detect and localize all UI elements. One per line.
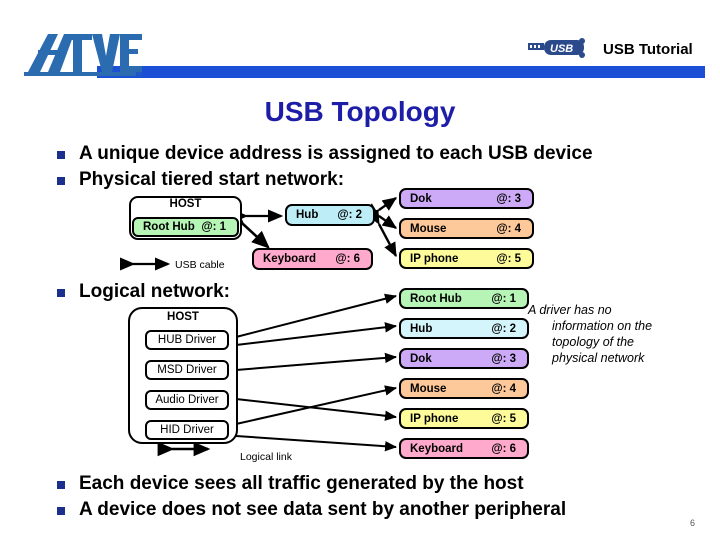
device-name: Dok bbox=[410, 192, 432, 205]
logical-device-hub[interactable]: Hub @: 2 bbox=[399, 318, 529, 339]
bullet-item-2: Physical tiered start network: bbox=[57, 169, 344, 191]
header-title: USB Tutorial bbox=[603, 41, 693, 58]
device-address: @: 2 bbox=[491, 322, 516, 335]
bullet-item-4: Each device sees all traffic generated b… bbox=[57, 473, 524, 495]
logical-device-mouse[interactable]: Mouse @: 4 bbox=[399, 378, 529, 399]
slide-canvas: ® USB USB Tutorial USB Topology A unique… bbox=[0, 0, 720, 540]
device-name: Keyboard bbox=[263, 253, 317, 265]
bullet-square-icon bbox=[57, 177, 65, 185]
logical-device-dok[interactable]: Dok @: 3 bbox=[399, 348, 529, 369]
device-name: Root Hub bbox=[410, 292, 462, 305]
logical-device-keyboard[interactable]: Keyboard @: 6 bbox=[399, 438, 529, 459]
atmel-logo: ® bbox=[24, 34, 143, 78]
page-number: 6 bbox=[690, 518, 696, 528]
note-line-3: topology of the bbox=[552, 335, 635, 349]
device-address: @: 3 bbox=[496, 192, 521, 205]
bullet-text: A device does not see data sent by anoth… bbox=[79, 499, 567, 520]
device-address: @: 2 bbox=[337, 209, 362, 221]
device-address: @: 6 bbox=[491, 442, 516, 455]
physical-device-ip-phone[interactable]: IP phone @: 5 bbox=[399, 248, 534, 269]
note-line-4: physical network bbox=[552, 351, 645, 365]
logical-device-root-hub[interactable]: Root Hub @: 1 bbox=[399, 288, 529, 309]
bullet-square-icon bbox=[57, 151, 65, 159]
device-name: Keyboard bbox=[410, 442, 464, 455]
bullet-item-1: A unique device address is assigned to e… bbox=[57, 143, 593, 165]
physical-device-root-hub[interactable]: Root Hub @: 1 bbox=[132, 217, 239, 237]
device-name: Mouse bbox=[410, 382, 447, 395]
logical-topology-connectors bbox=[157, 293, 397, 457]
driver-box-audio[interactable]: Audio Driver bbox=[145, 390, 229, 410]
bullet-square-icon bbox=[57, 289, 65, 297]
driver-box-hub[interactable]: HUB Driver bbox=[145, 330, 229, 350]
device-address: @: 1 bbox=[491, 292, 516, 305]
device-name: IP phone bbox=[410, 252, 459, 265]
physical-host-label: HOST bbox=[169, 198, 202, 210]
device-address: @: 5 bbox=[496, 252, 521, 265]
bullet-item-5: A device does not see data sent by anoth… bbox=[57, 499, 566, 521]
logical-link-legend-label: Logical link bbox=[240, 451, 292, 463]
bullet-text: Physical tiered start network: bbox=[79, 169, 345, 190]
physical-device-keyboard[interactable]: Keyboard @: 6 bbox=[252, 248, 373, 270]
physical-device-mouse[interactable]: Mouse @: 4 bbox=[399, 218, 534, 239]
device-address: @: 1 bbox=[201, 221, 226, 233]
device-name: Dok bbox=[410, 352, 432, 365]
device-address: @: 5 bbox=[491, 412, 516, 425]
physical-device-dok[interactable]: Dok @: 3 bbox=[399, 188, 534, 209]
device-address: @: 4 bbox=[491, 382, 516, 395]
physical-topology-connectors bbox=[119, 197, 398, 271]
header-accent-bar bbox=[97, 66, 705, 78]
device-name: IP phone bbox=[410, 412, 459, 425]
svg-text:USB: USB bbox=[550, 43, 573, 55]
logical-host-label: HOST bbox=[167, 311, 199, 323]
driver-box-msd[interactable]: MSD Driver bbox=[145, 360, 229, 380]
device-name: Hub bbox=[296, 209, 319, 221]
driver-box-hid[interactable]: HID Driver bbox=[145, 420, 229, 440]
note-line-2: information on the bbox=[552, 319, 653, 333]
bullet-text: Each device sees all traffic generated b… bbox=[79, 473, 524, 494]
device-address: @: 6 bbox=[335, 253, 360, 265]
bullet-text: Logical network: bbox=[79, 281, 230, 302]
bullet-item-3: Logical network: bbox=[57, 281, 230, 303]
device-name: Mouse bbox=[410, 222, 447, 235]
physical-device-hub[interactable]: Hub @: 2 bbox=[285, 204, 375, 226]
svg-text:®: ® bbox=[137, 71, 143, 78]
driver-topology-note: A driver has no information on the topol… bbox=[528, 302, 708, 366]
bullet-square-icon bbox=[57, 507, 65, 515]
usb-logo-icon: USB bbox=[528, 38, 585, 58]
device-name: Hub bbox=[410, 322, 433, 335]
note-line-1: A driver has no bbox=[528, 303, 612, 317]
device-name: Root Hub bbox=[143, 221, 195, 233]
logical-device-ip-phone[interactable]: IP phone @: 5 bbox=[399, 408, 529, 429]
usb-cable-legend-label: USB cable bbox=[175, 259, 225, 271]
device-address: @: 3 bbox=[491, 352, 516, 365]
bullet-square-icon bbox=[57, 481, 65, 489]
device-address: @: 4 bbox=[496, 222, 521, 235]
page-title: USB Topology bbox=[264, 96, 456, 127]
bullet-text: A unique device address is assigned to e… bbox=[79, 143, 593, 164]
